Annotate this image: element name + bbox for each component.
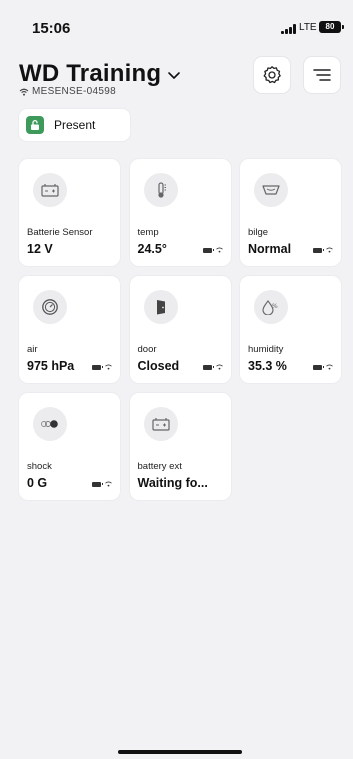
battery-status-icon [313,364,324,370]
wifi-icon [215,247,223,253]
presence-badge[interactable]: Present [19,109,130,141]
sensor-name: humidity [248,344,284,355]
wifi-icon [105,364,112,370]
svg-text:%: % [272,303,278,310]
battery-icon [143,407,178,441]
sensor-grid: Batterie Sensor 12 V temp 24.5° bilge No… [19,159,341,500]
signal-icon [281,24,297,34]
wifi-icon [19,88,29,96]
sensor-value: Normal [248,242,292,256]
sensor-card-shock[interactable]: shock 0 G [19,393,120,500]
sensor-value: Waiting fo... [137,476,208,490]
sensor-name: battery ext [137,461,182,472]
battery-status-icon [92,481,103,487]
door-icon [143,290,178,324]
presence-label: Present [54,118,96,132]
battery-status-icon [92,364,103,370]
sensor-name: shock [27,461,52,472]
shock-icon [33,407,67,441]
wifi-icon [326,364,333,370]
gauge-icon [33,290,67,324]
device-id: MESENSE-04598 [32,86,116,97]
sensor-value: 0 G [27,476,48,490]
sensor-card-door[interactable]: door Closed [129,276,231,383]
sensor-name: air [27,344,38,355]
menu-icon [313,69,331,81]
connection-status [92,481,112,487]
connection-status [92,364,112,370]
status-time: 15:06 [32,20,71,37]
sensor-value: 24.5° [137,242,167,256]
sensor-card-bilge[interactable]: bilge Normal [240,159,341,266]
sensor-card-humidity[interactable]: % humidity 35.3 % [240,276,341,383]
sensor-value: 35.3 % [248,359,287,373]
wifi-icon [105,481,112,487]
connection-status [313,247,333,253]
device-id-row: MESENSE-04598 [19,86,116,97]
battery-level: 80 [319,21,344,33]
connection-status [313,364,333,370]
battery-icon [33,173,67,207]
thermometer-icon [143,173,178,207]
sensor-name: door [137,344,157,355]
sensor-card-temp[interactable]: temp 24.5° [129,159,231,266]
chevron-down-icon [168,72,181,79]
sensor-value: 975 hPa [27,359,75,373]
page-title: WD Training [19,60,162,87]
battery-status-icon [202,247,214,253]
title-selector[interactable]: WD Training [19,60,181,88]
wifi-icon [326,247,333,253]
bilge-icon [254,173,288,207]
gear-icon [263,66,281,84]
settings-button[interactable] [254,57,290,93]
sensor-name: Batterie Sensor [27,227,93,238]
menu-button[interactable] [304,57,340,93]
sensor-card-battery-ext[interactable]: battery ext Waiting fo... [129,393,231,500]
sensor-value: 12 V [27,242,53,256]
lock-open-icon [26,116,44,134]
sensor-name: temp [137,227,159,238]
sensor-value: Closed [137,359,180,373]
network-label: LTE [299,22,317,33]
home-indicator[interactable] [118,750,242,754]
sensor-card-batterie-sensor[interactable]: Batterie Sensor 12 V [19,159,120,266]
connection-status [202,247,223,253]
battery-status-icon [313,247,324,253]
status-bar: 15:06 LTE 80 [0,0,353,44]
connection-status [202,364,223,370]
wifi-icon [215,364,223,370]
humidity-icon: % [254,290,288,324]
sensor-name: bilge [248,227,269,238]
battery-status-icon [202,364,214,370]
sensor-card-air[interactable]: air 975 hPa [19,276,120,383]
